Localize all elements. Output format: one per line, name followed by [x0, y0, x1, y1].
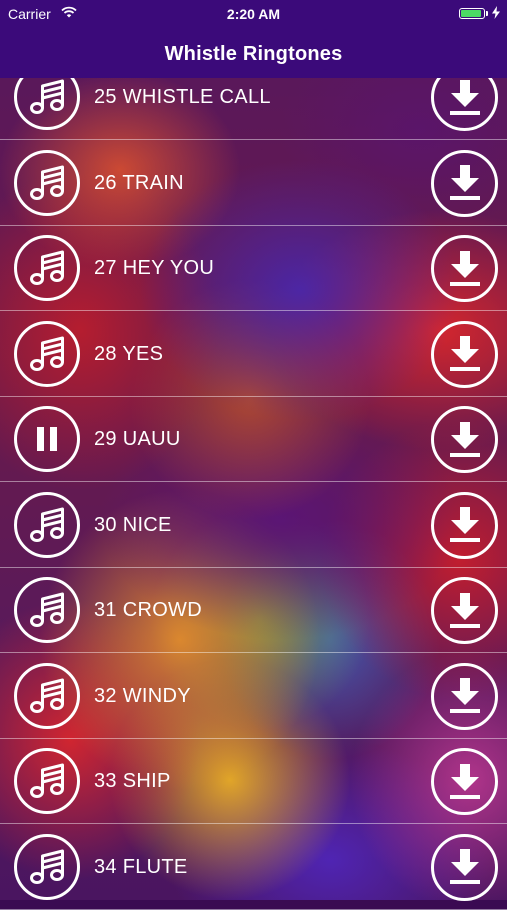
music-note-icon	[27, 505, 67, 545]
download-button[interactable]	[431, 235, 498, 302]
pause-button[interactable]	[14, 406, 80, 472]
play-button[interactable]	[14, 662, 80, 729]
play-button[interactable]	[14, 748, 80, 814]
music-note-icon	[27, 761, 67, 801]
ringtone-label: 25 WHISTLE CALL	[94, 86, 271, 108]
ringtone-row[interactable]: 26 TRAIN	[0, 141, 507, 226]
music-note-icon	[27, 676, 67, 716]
ringtone-row[interactable]: 30 NICE	[0, 483, 507, 568]
music-note-icon	[27, 248, 67, 288]
ringtone-label: 29 UAUU	[94, 428, 181, 450]
ringtone-row[interactable]: 32 WINDY	[0, 654, 507, 739]
play-button[interactable]	[14, 235, 80, 301]
ringtone-row[interactable]: 28 YES	[0, 312, 507, 397]
download-icon	[447, 847, 483, 887]
battery-icon	[459, 8, 485, 19]
ringtone-row[interactable]: 33 SHIP	[0, 739, 507, 824]
play-button[interactable]	[14, 320, 80, 387]
play-button[interactable]	[14, 577, 80, 643]
download-button[interactable]	[431, 320, 498, 388]
music-note-icon	[27, 334, 67, 374]
ringtone-row[interactable]: 31 CROWD	[0, 568, 507, 653]
download-button[interactable]	[431, 406, 498, 473]
download-button[interactable]	[431, 662, 498, 730]
download-button[interactable]	[431, 833, 498, 901]
ringtone-label: 26 TRAIN	[94, 171, 184, 194]
download-button[interactable]	[431, 149, 498, 217]
ringtone-row[interactable]: 34 FLUTE	[0, 825, 507, 910]
navigation-bar: Whistle Ringtones	[0, 30, 507, 78]
play-button[interactable]	[14, 149, 80, 216]
status-time: 2:20 AM	[226, 6, 281, 22]
page-title: Whistle Ringtones	[164, 42, 343, 65]
download-icon	[447, 163, 483, 203]
ringtone-row[interactable]: 27 HEY YOU	[0, 226, 507, 311]
battery-level	[461, 10, 481, 17]
play-button[interactable]	[14, 491, 80, 558]
ringtone-label: 30 NICE	[94, 513, 172, 536]
download-icon	[447, 334, 483, 374]
download-icon	[447, 249, 483, 289]
play-button[interactable]	[14, 833, 80, 900]
ringtone-label: 34 FLUTE	[94, 855, 188, 878]
download-icon	[447, 676, 483, 716]
download-icon	[447, 591, 483, 631]
ringtone-label: 32 WINDY	[94, 684, 191, 707]
ringtone-label: 27 HEY YOU	[94, 257, 215, 279]
download-icon	[447, 505, 483, 545]
music-note-icon	[27, 77, 67, 117]
status-bar: Carrier 2:20 AM	[0, 0, 507, 30]
pause-icon	[32, 424, 62, 454]
charging-bolt-icon	[492, 6, 500, 24]
battery-cap	[486, 11, 488, 16]
ringtone-label: 28 YES	[94, 342, 164, 365]
download-button[interactable]	[431, 748, 498, 815]
download-icon	[447, 420, 483, 460]
download-button[interactable]	[431, 577, 498, 644]
ringtone-label: 33 SHIP	[94, 770, 171, 792]
ringtone-list[interactable]: 25 WHISTLE CALL 26 TRAIN 27 HEY YOU 28 YES 2…	[0, 64, 507, 910]
download-button[interactable]	[431, 491, 498, 559]
ringtone-label: 31 CROWD	[94, 599, 202, 621]
music-note-icon	[27, 590, 67, 630]
download-icon	[447, 762, 483, 802]
music-note-icon	[27, 163, 67, 203]
download-icon	[447, 78, 483, 118]
music-note-icon	[27, 847, 67, 887]
ringtone-row[interactable]: 29 UAUU	[0, 397, 507, 482]
